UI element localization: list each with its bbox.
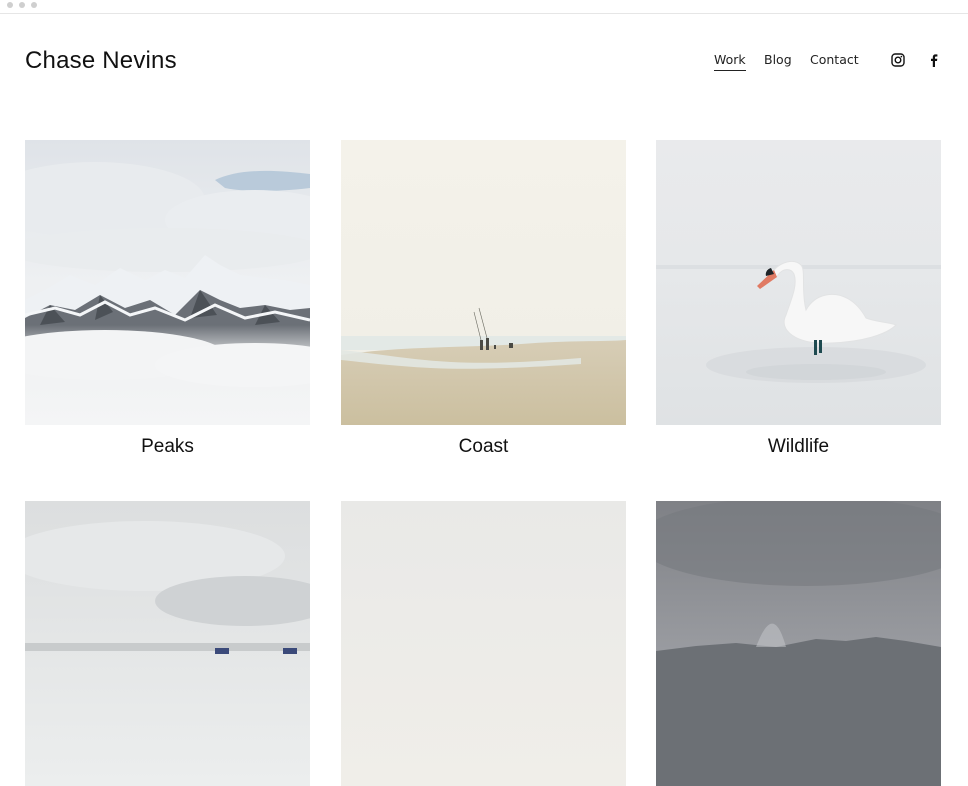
site-title[interactable]: Chase Nevins [25, 47, 177, 75]
sea-photo [25, 501, 310, 786]
gallery-item[interactable] [25, 501, 310, 786]
mountain-photo [25, 140, 310, 425]
beach-photo [341, 140, 626, 425]
instagram-icon[interactable] [891, 53, 905, 67]
nav-blog[interactable]: Blog [764, 52, 792, 67]
gallery-item-wildlife[interactable] [656, 140, 941, 425]
window-dot [7, 2, 13, 8]
window-dot [19, 2, 25, 8]
gallery-caption[interactable]: Coast [341, 436, 626, 458]
gallery-item[interactable] [656, 501, 941, 786]
facebook-icon[interactable] [927, 53, 941, 67]
nav-work[interactable]: Work [714, 52, 746, 71]
gallery-item-coast[interactable] [341, 140, 626, 425]
storm-photo [656, 501, 941, 786]
swan-photo [656, 140, 941, 425]
gallery-item[interactable] [341, 501, 626, 786]
browser-chrome [0, 0, 968, 14]
nav-contact[interactable]: Contact [810, 52, 859, 67]
window-dot [31, 2, 37, 8]
gallery-caption[interactable]: Wildlife [656, 436, 941, 458]
gallery-caption[interactable]: Peaks [25, 436, 310, 458]
gallery-item-peaks[interactable] [25, 140, 310, 425]
fog-photo [341, 501, 626, 786]
